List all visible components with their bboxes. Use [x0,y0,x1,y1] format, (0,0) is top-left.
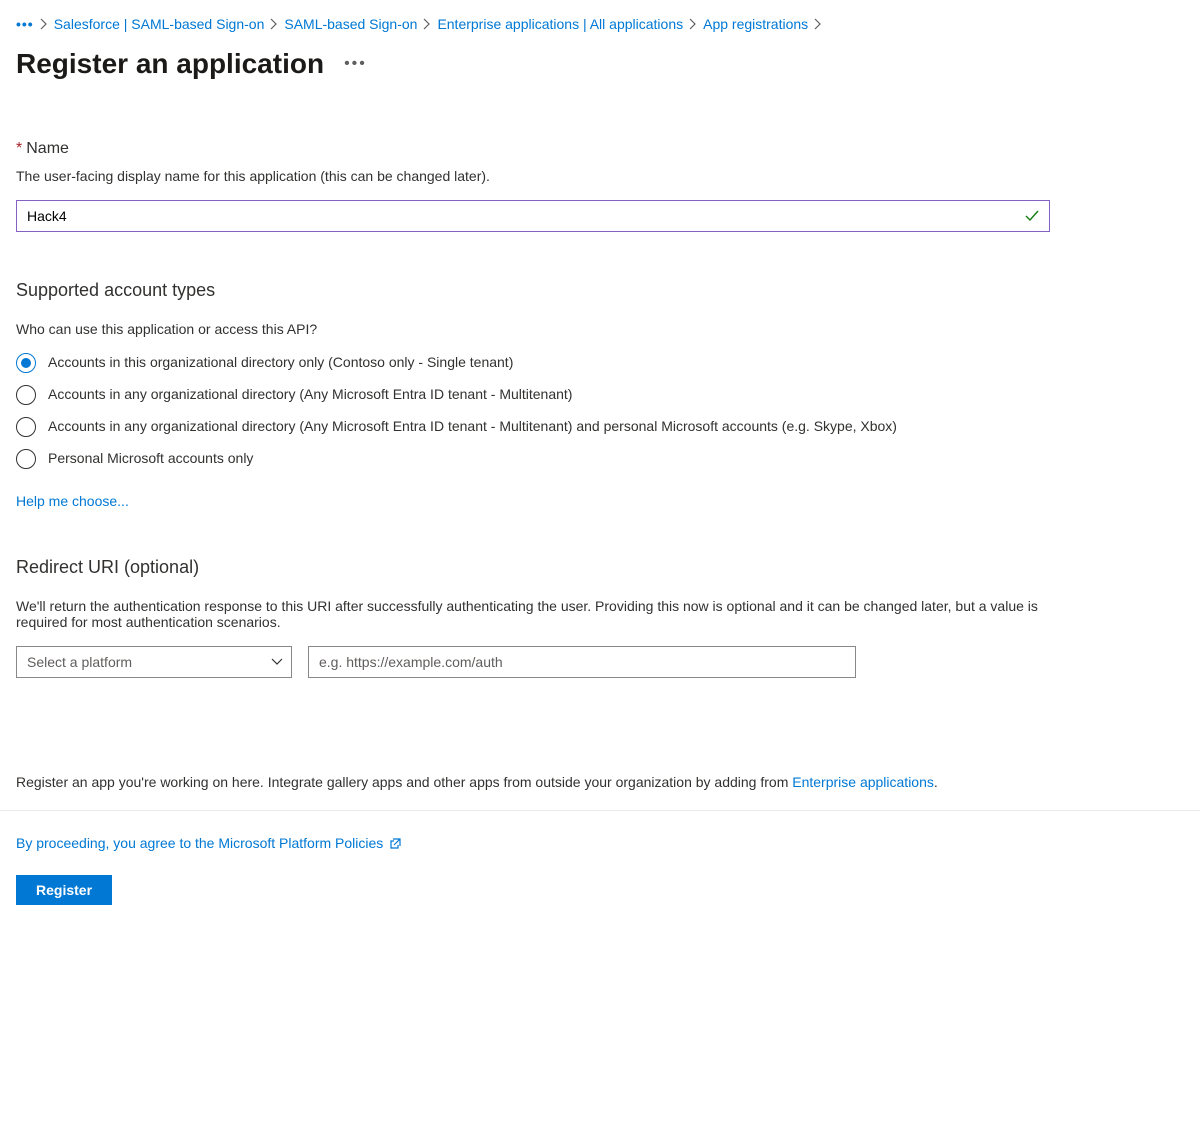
chevron-right-icon [814,18,822,30]
name-input[interactable] [16,200,1050,232]
redirect-heading: Redirect URI (optional) [16,557,1184,578]
checkmark-icon [1024,208,1040,224]
radio-label: Accounts in this organizational director… [48,353,513,373]
page-title: Register an application [16,48,324,80]
breadcrumb-overflow-icon[interactable]: ••• [16,16,34,32]
radio-icon [16,417,36,437]
radio-icon [16,449,36,469]
account-types-radio-group: Accounts in this organizational director… [16,353,1184,469]
divider [0,810,1200,811]
redirect-uri-input[interactable] [308,646,856,678]
platform-select-value: Select a platform [27,654,132,670]
radio-single-tenant[interactable]: Accounts in this organizational director… [16,353,1184,373]
account-types-question: Who can use this application or access t… [16,321,1184,337]
enterprise-applications-link[interactable]: Enterprise applications [792,774,934,790]
footer-text-prefix: Register an app you're working on here. … [16,774,792,790]
register-button[interactable]: Register [16,875,112,905]
radio-label: Accounts in any organizational directory… [48,417,897,437]
chevron-right-icon [270,18,278,30]
breadcrumb: ••• Salesforce | SAML-based Sign-on SAML… [16,16,1184,32]
radio-label: Personal Microsoft accounts only [48,449,253,469]
policies-link[interactable]: By proceeding, you agree to the Microsof… [16,835,383,851]
required-indicator: * [16,140,22,157]
account-types-heading: Supported account types [16,280,1184,301]
redirect-help-text: We'll return the authentication response… [16,598,1050,630]
footer-text: Register an app you're working on here. … [16,774,1184,790]
name-label: *Name [16,140,1184,158]
more-actions-icon[interactable]: ••• [344,55,367,73]
radio-icon [16,353,36,373]
help-me-choose-link[interactable]: Help me choose... [16,493,129,509]
radio-personal-only[interactable]: Personal Microsoft accounts only [16,449,1184,469]
chevron-right-icon [423,18,431,30]
page-title-row: Register an application ••• [16,48,1184,80]
breadcrumb-link[interactable]: Enterprise applications | All applicatio… [437,16,683,32]
radio-label: Accounts in any organizational directory… [48,385,572,405]
breadcrumb-link[interactable]: Salesforce | SAML-based Sign-on [54,16,265,32]
platform-select[interactable]: Select a platform [16,646,292,678]
external-link-icon [389,837,402,850]
breadcrumb-link[interactable]: App registrations [703,16,808,32]
chevron-right-icon [40,18,48,30]
radio-multitenant[interactable]: Accounts in any organizational directory… [16,385,1184,405]
redirect-uri-section: Redirect URI (optional) We'll return the… [16,557,1184,678]
policies-row: By proceeding, you agree to the Microsof… [16,835,1184,851]
name-section: *Name The user-facing display name for t… [16,140,1184,232]
radio-multitenant-personal[interactable]: Accounts in any organizational directory… [16,417,1184,437]
name-input-wrap [16,200,1050,232]
footer-text-suffix: . [934,774,938,790]
name-label-text: Name [26,140,69,157]
chevron-down-icon [271,658,283,666]
chevron-right-icon [689,18,697,30]
redirect-inputs-row: Select a platform [16,646,1184,678]
radio-icon [16,385,36,405]
name-help-text: The user-facing display name for this ap… [16,168,1184,184]
breadcrumb-link[interactable]: SAML-based Sign-on [284,16,417,32]
account-types-section: Supported account types Who can use this… [16,280,1184,509]
